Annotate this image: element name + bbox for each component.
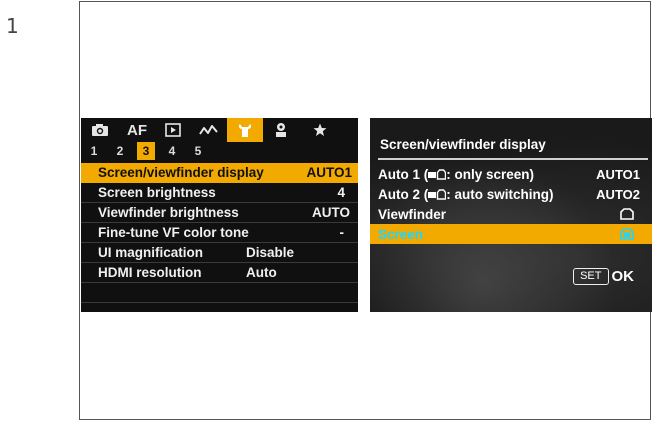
tab-my-menu[interactable] — [299, 118, 341, 142]
option-label: Auto 1 ( : only screen) — [378, 167, 534, 182]
screen-camera-icon — [428, 188, 447, 200]
tab-wireless[interactable] — [191, 118, 227, 142]
option-value: AUTO1 — [596, 166, 640, 182]
display-option-list: Auto 1 ( : only screen) AUTO1 Auto 2 ( : a… — [370, 164, 652, 244]
ok-label: OK — [611, 268, 635, 285]
set-ok-button[interactable]: SET OK — [573, 268, 634, 285]
menu-item-hdmi-resolution[interactable]: HDMI resolution Auto — [81, 263, 358, 283]
menu-item-label: Screen/viewfinder display — [98, 165, 264, 180]
menu-item-label: Viewfinder brightness — [98, 205, 239, 220]
menu-item-value: Auto — [246, 265, 277, 280]
menu-item-label: Fine-tune VF color tone — [98, 225, 249, 240]
screen-icon — [620, 228, 634, 243]
menu-item-label: UI magnification — [98, 245, 204, 260]
option-label-prefix: Auto 2 ( — [378, 186, 429, 202]
option-screen[interactable]: Screen — [370, 224, 652, 244]
option-label: Auto 2 ( : auto switching) — [378, 187, 554, 202]
menu-item-value: AUTO1 — [306, 165, 352, 180]
star-icon — [313, 123, 327, 136]
menu-empty-row — [81, 283, 358, 303]
screen-camera-icon — [428, 168, 447, 180]
subtab-5[interactable]: 5 — [189, 142, 207, 160]
menu-item-label: HDMI resolution — [98, 265, 202, 280]
option-auto-2[interactable]: Auto 2 ( : auto switching) AUTO2 — [370, 184, 652, 204]
wireless-icon — [199, 125, 218, 135]
menu-item-viewfinder-brightness[interactable]: Viewfinder brightness AUTO — [81, 203, 358, 223]
menu-item-value: 4 — [337, 185, 345, 200]
viewfinder-icon — [620, 208, 634, 223]
option-label: Screen — [378, 226, 424, 242]
option-label-suffix: : auto switching) — [446, 186, 554, 202]
playback-icon — [165, 123, 181, 137]
option-auto-1[interactable]: Auto 1 ( : only screen) AUTO1 — [370, 164, 652, 184]
subtab-3[interactable]: 3 — [137, 142, 155, 160]
option-label-suffix: : only screen) — [446, 166, 535, 182]
menu-item-value: AUTO — [311, 205, 350, 220]
custom-functions-icon — [276, 123, 286, 137]
subtab-1[interactable]: 1 — [85, 142, 103, 160]
menu-item-screen-viewfinder-display[interactable]: Screen/viewfinder display AUTO1 — [81, 163, 358, 183]
setup-menu-list: Screen/viewfinder display AUTO1 Screen b… — [81, 163, 358, 303]
tab-af-label: AF — [127, 121, 147, 139]
menu-item-value: - — [339, 225, 345, 240]
wrench-icon — [238, 124, 252, 137]
menu-item-fine-tune-vf-color-tone[interactable]: Fine-tune VF color tone - — [81, 223, 358, 243]
option-value: AUTO2 — [596, 186, 640, 202]
set-button-label: SET — [573, 268, 609, 285]
title-divider — [378, 158, 648, 160]
display-option-screen: Screen/viewfinder display Auto 1 ( : only… — [370, 118, 652, 312]
menu-tab-bar: AF — [81, 118, 358, 142]
subtab-4[interactable]: 4 — [163, 142, 181, 160]
camera-icon — [92, 124, 108, 136]
menu-item-value: Disable — [246, 245, 295, 260]
step-number: 1 — [6, 14, 19, 38]
tab-playback[interactable] — [155, 118, 191, 142]
option-label: Viewfinder — [378, 206, 447, 222]
option-label-prefix: Auto 1 ( — [378, 166, 429, 182]
menu-item-ui-magnification[interactable]: UI magnification Disable — [81, 243, 358, 263]
tab-custom-functions[interactable] — [263, 118, 299, 142]
option-viewfinder[interactable]: Viewfinder — [370, 204, 652, 224]
menu-item-label: Screen brightness — [98, 185, 216, 200]
tab-af[interactable]: AF — [119, 118, 155, 142]
dialog-title: Screen/viewfinder display — [380, 137, 546, 152]
menu-subtab-bar: 1 2 3 4 5 — [81, 142, 358, 160]
tab-shooting[interactable] — [81, 118, 119, 142]
camera-menu-screen: AF 1 2 3 4 5 Screen/viewfinder display A… — [81, 118, 358, 312]
tab-setup[interactable] — [227, 118, 263, 142]
subtab-2[interactable]: 2 — [111, 142, 129, 160]
menu-item-screen-brightness[interactable]: Screen brightness 4 — [81, 183, 358, 203]
